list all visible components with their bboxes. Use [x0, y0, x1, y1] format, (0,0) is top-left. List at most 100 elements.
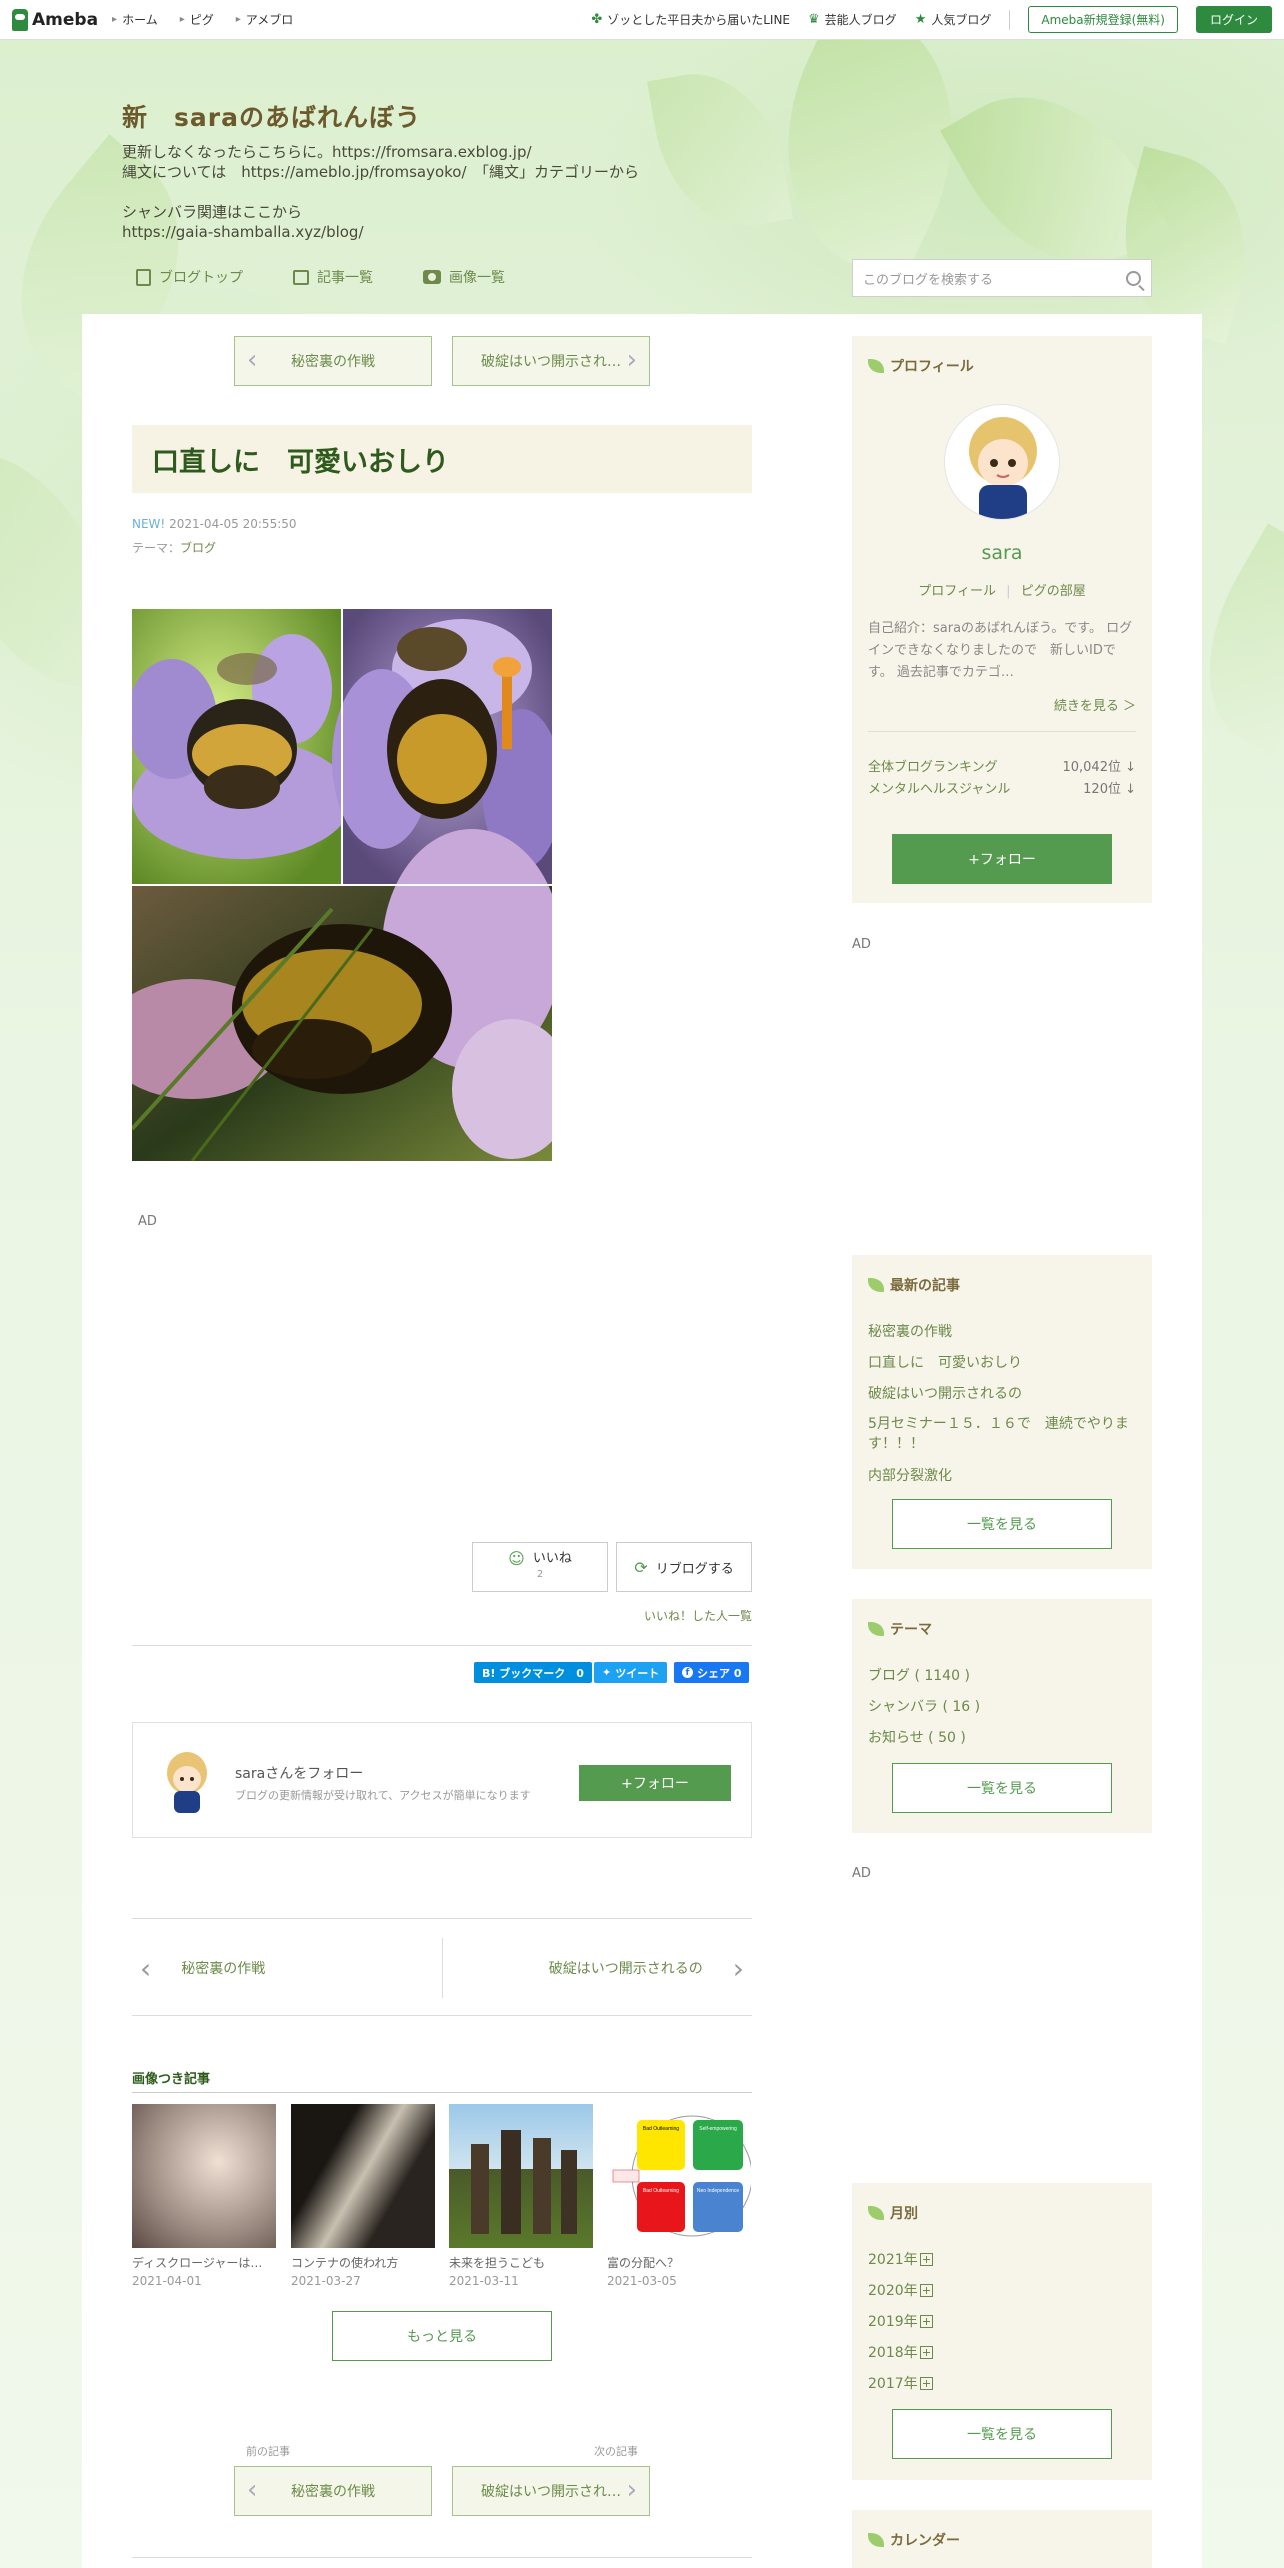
theme-list-button[interactable]: 一覧を見る	[892, 1763, 1112, 1813]
new-badge: NEW!	[132, 517, 166, 531]
facebook-share-button[interactable]: f シェア 0	[674, 1662, 750, 1683]
crown-icon: ♛	[808, 12, 820, 27]
next-article-link[interactable]: 破綻はいつ開示されるの ›	[443, 1938, 752, 1998]
register-button[interactable]: Ameba新規登録(無料)	[1028, 6, 1178, 33]
next-entry-button[interactable]: 破綻はいつ開示され… ›	[452, 336, 650, 386]
calendar-widget: カレンダー	[852, 2510, 1152, 2568]
follow-title: saraさんをフォロー	[235, 1766, 364, 1782]
bottom-next-button[interactable]: 破綻はいつ開示され… ›	[452, 2466, 650, 2516]
divider	[132, 2092, 752, 2093]
chevron-left-icon: ‹	[140, 1951, 152, 1985]
theme-widget: テーマ ブログ ( 1140 ) シャンバラ ( 16 ) お知らせ ( 50 …	[852, 1599, 1152, 1833]
blog-search[interactable]: このブログを検索する	[852, 259, 1152, 297]
thumbnail-image[interactable]	[132, 2104, 276, 2248]
nav-ameblo[interactable]: ▸ アメブロ	[236, 11, 293, 28]
search-icon[interactable]	[1126, 270, 1141, 286]
monthly-archive-widget: 月別 2021年 2020年 2019年 2018年 2017年 一覧を見る	[852, 2183, 1152, 2480]
latest-entry-link[interactable]: 破綻はいつ開示されるの	[868, 1383, 1022, 1403]
ad-label: AD	[138, 1214, 157, 1229]
thumbnail-caption[interactable]: ディスクロージャーは… 2021-04-01	[132, 2254, 262, 2290]
chevron-right-icon: ▸	[179, 14, 185, 25]
thumbnail-caption[interactable]: 未来を担うこども 2021-03-11	[449, 2254, 545, 2290]
read-more-link[interactable]: 続きを見る ＞	[1054, 695, 1136, 714]
profile-name[interactable]: sara	[852, 542, 1152, 564]
divider	[132, 1645, 752, 1646]
expand-icon[interactable]	[919, 2284, 933, 2297]
profile-widget: プロフィール sara プロフィール | ピグの部屋 自己紹介：saraのあばれ…	[852, 336, 1152, 903]
leaf-icon	[868, 2206, 884, 2220]
genre-ranking-link[interactable]: メンタルヘルスジャンル	[868, 778, 1010, 797]
profile-avatar[interactable]	[944, 404, 1060, 520]
tweet-button[interactable]: ✦ ツイート	[594, 1662, 668, 1683]
thumbnail-image[interactable]: Bad Outlearning Self-empowering Bad Outl…	[607, 2104, 753, 2248]
expand-icon[interactable]	[919, 2315, 933, 2328]
global-nav: ▸ ホーム ▸ ピグ ▸ アメブロ	[112, 11, 293, 28]
year-archive-link[interactable]: 2019年	[868, 2311, 933, 2331]
profile-heading: プロフィール	[868, 356, 974, 376]
expand-icon[interactable]	[919, 2377, 933, 2390]
latest-entry-link[interactable]: 5月セミナー１５．１６で 連続でやります！！！	[868, 1414, 1138, 1454]
infographic-label: Bad Outlearning	[643, 2126, 679, 2132]
trend-link[interactable]: ✤ ゾッとした平日夫から届いたLINE	[591, 11, 790, 28]
expand-icon[interactable]	[919, 2253, 933, 2266]
smile-icon: ☺	[508, 1549, 525, 1568]
latest-entry-link[interactable]: 内部分裂激化	[868, 1465, 952, 1485]
nav-home[interactable]: ▸ ホーム	[112, 11, 158, 28]
celebrity-blog-link[interactable]: ♛ 芸能人ブログ	[808, 11, 897, 28]
thumbnail-caption[interactable]: 富の分配へ？ 2021-03-05	[607, 2254, 679, 2290]
prev-label: 前の記事	[246, 2445, 290, 2458]
divider	[132, 2015, 752, 2016]
prev-article-link[interactable]: ‹ 秘密裏の作戦	[132, 1938, 442, 1998]
like-button[interactable]: ☺ いいね 2	[472, 1542, 608, 1592]
thumbnail-image[interactable]	[291, 2104, 435, 2248]
year-archive-link[interactable]: 2021年	[868, 2249, 933, 2269]
theme-link[interactable]: お知らせ ( 50 )	[868, 1727, 966, 1747]
bottom-prev-button[interactable]: ‹ 秘密裏の作戦	[234, 2466, 432, 2516]
more-images-button[interactable]: もっと見る	[332, 2311, 552, 2361]
overall-ranking-link[interactable]: 全体ブログランキング	[868, 756, 998, 775]
theme-link[interactable]: シャンバラ ( 16 )	[868, 1696, 980, 1716]
year-archive-link[interactable]: 2020年	[868, 2280, 933, 2300]
article-image[interactable]	[132, 609, 552, 1161]
thumbnail-caption[interactable]: コンテナの使われ方 2021-03-27	[291, 2254, 398, 2290]
thumbnail-image[interactable]	[449, 2104, 593, 2248]
image-list-link[interactable]: 画像一覧	[423, 267, 505, 287]
profile-link[interactable]: プロフィール	[918, 584, 996, 599]
latest-list-button[interactable]: 一覧を見る	[892, 1499, 1112, 1549]
pigg-room-link[interactable]: ピグの部屋	[1021, 584, 1086, 599]
liked-users-link[interactable]: いいね！した人一覧	[644, 1607, 752, 1624]
profile-links: プロフィール | ピグの部屋	[918, 584, 1086, 599]
reblog-button[interactable]: ⟳ リブログする	[616, 1542, 752, 1592]
latest-entry-link[interactable]: 口直しに 可愛いおしり	[868, 1352, 1022, 1372]
theme-link[interactable]: ブログ ( 1140 )	[868, 1665, 970, 1685]
image-articles-heading: 画像つき記事	[132, 2072, 211, 2087]
prev-entry-button[interactable]: ‹ 秘密裏の作戦	[234, 336, 432, 386]
entry-list-link[interactable]: 記事一覧	[293, 267, 373, 287]
article-theme-link[interactable]: ブログ	[180, 541, 216, 555]
chevron-right-icon: ▸	[235, 14, 241, 25]
next-label: 次の記事	[594, 2445, 638, 2458]
year-archive-link[interactable]: 2017年	[868, 2373, 933, 2393]
sidebar-follow-button[interactable]: +フォロー	[892, 834, 1112, 884]
monthly-list-button[interactable]: 一覧を見る	[892, 2409, 1112, 2459]
follow-button[interactable]: +フォロー	[579, 1765, 731, 1801]
like-count: 2	[536, 1569, 544, 1580]
blog-nav: ブログトップ 記事一覧 画像一覧	[136, 267, 505, 287]
calendar-heading: カレンダー	[868, 2530, 960, 2550]
search-input[interactable]: このブログを検索する	[863, 269, 993, 288]
theme-heading: テーマ	[868, 1619, 932, 1639]
expand-icon[interactable]	[919, 2346, 933, 2359]
login-button[interactable]: ログイン	[1195, 6, 1272, 33]
global-header: Ameba ▸ ホーム ▸ ピグ ▸ アメブロ ✤ ゾッとした平日夫から届いたLINE …	[0, 0, 1284, 40]
divider	[132, 1918, 752, 1919]
leaf-icon	[868, 359, 884, 373]
article-title[interactable]: 口直しに 可愛いおしり	[132, 425, 752, 493]
nav-pigg[interactable]: ▸ ピグ	[180, 11, 214, 28]
popular-blog-link[interactable]: ★ 人気ブログ	[915, 11, 992, 28]
latest-entry-link[interactable]: 秘密裏の作戦	[868, 1321, 952, 1341]
blog-top-link[interactable]: ブログトップ	[136, 267, 243, 287]
year-archive-link[interactable]: 2018年	[868, 2342, 933, 2362]
hatena-bookmark-button[interactable]: B! ブックマーク 0	[474, 1662, 592, 1683]
blog-title[interactable]: 新 saraのあばれんぼう	[122, 98, 762, 134]
ameba-logo[interactable]: Ameba	[12, 8, 98, 31]
